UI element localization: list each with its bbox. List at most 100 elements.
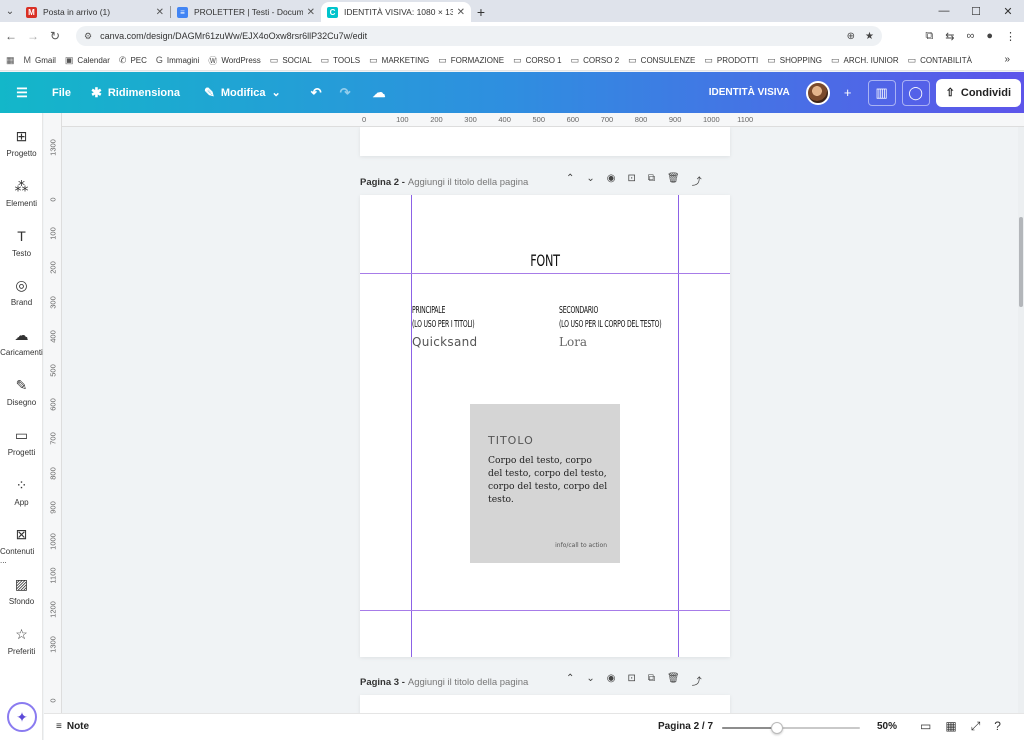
scrollbar-thumb[interactable] <box>1019 217 1023 307</box>
bookmark-item[interactable]: ▭ CORSO 1 <box>513 55 562 66</box>
bookmark-item[interactable]: Ⓦ WordPress <box>208 54 260 67</box>
page-indicator[interactable]: Pagina 2 / 7 <box>658 721 713 732</box>
sidebar-item-testo[interactable]: T Testo <box>0 228 43 258</box>
grid-view-icon[interactable]: ▦ <box>945 719 956 734</box>
primary-desc[interactable]: (LO USO PER I TITOLI) <box>412 318 475 332</box>
apps-grid-icon[interactable]: ▦ <box>6 55 15 66</box>
canvas-workspace[interactable]: Pagina 2 - Aggiungi il titolo della pagi… <box>62 127 1018 713</box>
comment-icon[interactable]: ◯ <box>901 79 930 106</box>
chevron-up-icon[interactable]: ⌃ <box>566 173 574 188</box>
card-title[interactable]: TITOLO <box>488 434 534 447</box>
primary-label[interactable]: PRINCIPALE <box>412 304 445 318</box>
bookmark-item[interactable]: ✆ PEC <box>119 55 147 66</box>
share-button[interactable]: ⇧ Condividi <box>935 78 1021 107</box>
bookmark-item[interactable]: G Immagini <box>156 55 199 65</box>
notes-button[interactable]: ≡ Note <box>56 721 89 732</box>
maximize-icon[interactable]: ☐ <box>960 0 992 22</box>
help-icon[interactable]: ? <box>994 719 1001 734</box>
sidebar-item-caricamenti[interactable]: ☁ Caricamenti <box>0 327 43 357</box>
redo-icon[interactable]: ↷ <box>340 72 351 113</box>
design-title[interactable]: IDENTITÀ VISIVA <box>709 87 790 98</box>
browser-tab-active[interactable]: C IDENTITÀ VISIVA: 1080 × 1350 px ✕ <box>321 2 471 22</box>
insights-icon[interactable]: ▥ <box>867 79 896 106</box>
page-3-canvas[interactable] <box>360 695 730 713</box>
sidebar-item-contenuti[interactable]: ⊠ Contenuti ... <box>0 526 43 565</box>
page-2-canvas[interactable]: FONT PRINCIPALE (LO USO PER I TITOLI) Qu… <box>360 195 730 657</box>
resize-button[interactable]: ✱ Ridimensiona <box>91 72 180 113</box>
url-field[interactable]: ⚙ canva.com/design/DAGMr61zuWw/EJX4oOxw8… <box>76 26 882 46</box>
translate-icon[interactable]: ⇆ <box>945 30 954 43</box>
zoom-value[interactable]: 50% <box>877 721 897 732</box>
close-icon[interactable]: ✕ <box>156 7 164 18</box>
browser-tab[interactable]: ≡ PROLETTER | Testi - Documenti ✕ <box>171 2 321 22</box>
magic-assistant-icon[interactable]: ✦ <box>7 702 37 732</box>
page-1-bottom[interactable] <box>360 127 730 156</box>
hide-eye-icon[interactable]: ◉ <box>607 173 616 188</box>
bookmark-item[interactable]: ▭ FORMAZIONE <box>438 55 504 66</box>
trash-icon[interactable]: 🗑 <box>667 673 680 688</box>
trash-icon[interactable]: 🗑 <box>667 173 680 188</box>
sidebar-item-sfondo[interactable]: ▨ Sfondo <box>0 576 43 606</box>
sidebar-item-disegno[interactable]: ✎ Disegno <box>0 377 43 407</box>
undo-icon[interactable]: ↶ <box>311 72 322 113</box>
avatar[interactable] <box>805 80 830 105</box>
bookmark-item[interactable]: ▭ CONSULENZE <box>628 55 695 66</box>
bookmark-item[interactable]: ▭ CONTABILITÀ <box>908 55 972 66</box>
page-2-title-input[interactable]: Aggiungi il titolo della pagina <box>408 177 528 188</box>
add-collaborator-icon[interactable]: + <box>834 80 862 106</box>
sidebar-item-progetti[interactable]: ▭ Progetti <box>0 427 43 457</box>
secondary-label[interactable]: SECONDARIO <box>559 304 598 318</box>
close-window-icon[interactable]: ✕ <box>992 0 1024 22</box>
forward-icon[interactable]: → <box>22 29 44 43</box>
zoom-lens-icon[interactable]: ⊕ <box>847 31 855 42</box>
font-heading[interactable]: FONT <box>401 251 690 270</box>
browser-tab[interactable]: M Posta in arrivo (1) ✕ <box>20 2 170 22</box>
duplicate-icon[interactable]: ⧉ <box>648 173 655 188</box>
main-menu-icon[interactable]: ☰ <box>0 72 44 113</box>
bookmark-item[interactable]: ▭ MARKETING <box>369 55 429 66</box>
extensions-icon[interactable]: ⧉ <box>925 30 933 43</box>
chevron-up-icon[interactable]: ⌃ <box>566 673 574 688</box>
cloud-save-icon[interactable]: ☁ <box>373 72 386 113</box>
chevron-down-icon[interactable]: ⌄ <box>586 173 594 188</box>
back-icon[interactable]: ← <box>0 29 22 43</box>
bookmark-item[interactable]: ▭ PRODOTTI <box>704 55 758 66</box>
sidebar-item-progetto[interactable]: ⊞ Progetto <box>0 128 43 158</box>
close-icon[interactable]: ✕ <box>307 7 315 18</box>
page-view-icon[interactable]: ▭ <box>920 719 931 734</box>
profile-icon[interactable]: ● <box>986 30 993 42</box>
lock-icon[interactable]: ⊡ <box>628 173 636 188</box>
sidebar-item-brand[interactable]: ◎ Brand <box>0 277 43 307</box>
hide-eye-icon[interactable]: ◉ <box>607 673 616 688</box>
card-body[interactable]: Corpo del testo, corpo del testo, corpo … <box>488 454 608 506</box>
primary-font-sample[interactable]: Quicksand <box>412 335 477 349</box>
more-bookmarks-icon[interactable]: » <box>1004 54 1010 65</box>
new-tab-icon[interactable]: + <box>471 2 491 22</box>
fullscreen-icon[interactable]: ⤢ <box>971 719 981 734</box>
chevron-down-icon[interactable]: ⌄ <box>586 673 594 688</box>
link-icon[interactable]: ∞ <box>967 30 975 42</box>
sidebar-item-preferiti[interactable]: ☆ Preferiti <box>0 626 43 656</box>
bookmark-item[interactable]: ▭ SHOPPING <box>767 55 822 66</box>
sidebar-item-elementi[interactable]: ⁂ Elementi <box>0 178 43 208</box>
bookmark-item[interactable]: M Gmail <box>24 55 56 65</box>
bookmark-item[interactable]: ▭ SOCIAL <box>270 55 312 66</box>
bookmark-item[interactable]: ▭ ARCH. IUNIOR <box>831 55 899 66</box>
add-page-icon[interactable]: ⤴ <box>692 673 702 688</box>
zoom-slider[interactable] <box>722 722 860 734</box>
secondary-desc[interactable]: (LO USO PER IL CORPO DEL TESTO) <box>559 318 662 332</box>
card-cta[interactable]: info/call to action <box>555 542 607 549</box>
menu-kebab-icon[interactable]: ⋮ <box>1005 30 1016 43</box>
sample-post-card[interactable]: TITOLO Corpo del testo, corpo del testo,… <box>470 404 620 563</box>
bookmark-item[interactable]: ▭ TOOLS <box>321 55 361 66</box>
bookmark-item[interactable]: ▣ Calendar <box>65 55 110 66</box>
reload-icon[interactable]: ↻ <box>44 29 66 43</box>
site-info-icon[interactable]: ⚙ <box>84 31 92 42</box>
bookmark-item[interactable]: ▭ CORSO 2 <box>571 55 620 66</box>
page-3-title-input[interactable]: Aggiungi il titolo della pagina <box>408 677 528 688</box>
tab-search-icon[interactable]: ⌄ <box>0 0 20 22</box>
minimize-icon[interactable]: — <box>928 0 960 22</box>
sidebar-item-app[interactable]: ⁘ App <box>0 477 43 507</box>
vertical-scrollbar[interactable] <box>1018 127 1024 713</box>
zoom-slider-handle[interactable] <box>771 722 784 734</box>
